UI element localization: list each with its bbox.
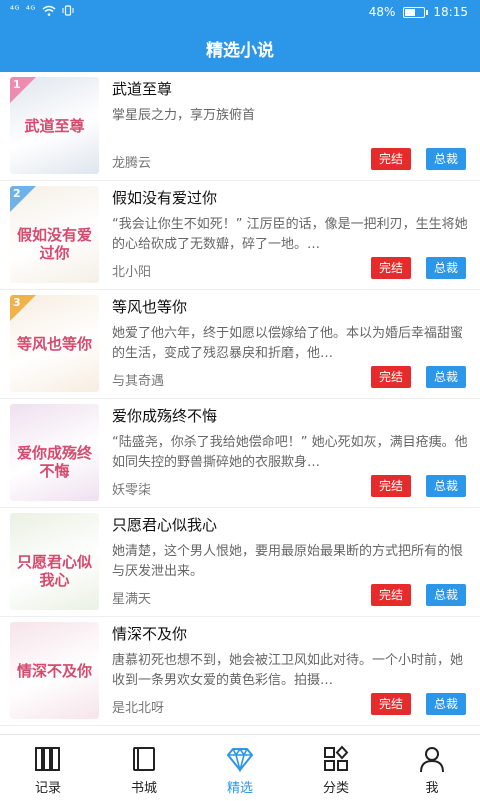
book-description: 她清楚，这个男人恨她，要用最原始最果断的方式把所有的恨与厌发泄出来。 <box>112 544 464 579</box>
books-icon <box>33 745 63 773</box>
book-info: 爱你成殇终不悔 “陆盛尧，你杀了我给她偿命吧！” 她心死如灰，满目疮痍。他如同失… <box>112 399 468 507</box>
book-icon <box>129 745 159 773</box>
page-title: 精选小说 <box>206 41 274 61</box>
cover-title-art: 只愿君心似我心 <box>16 553 92 589</box>
wifi-icon <box>42 5 56 16</box>
clock: 18:15 <box>433 5 468 19</box>
app-header: ⁴ᴳ ⁴ᴳ 48% 18:15 精选小说 <box>0 0 480 72</box>
cover-title-art: 爱你成殇终不悔 <box>16 444 92 480</box>
book-list-item[interactable]: 情深不及你 情深不及你 唐慕初死也想不到，她会被江卫风如此对待。一个小时前，她收… <box>0 617 480 726</box>
category-badge: 总裁 <box>425 148 466 170</box>
rank-number: 1 <box>13 78 21 91</box>
book-author: 与其奇遇 <box>112 374 165 389</box>
nav-item-books[interactable]: 记录 <box>0 735 96 801</box>
rank-number: 2 <box>13 187 21 200</box>
book-list-item[interactable]: 等风也等你 3 等风也等你 她爱了他六年，终于如愿以偿嫁给了他。本以为婚后幸福甜… <box>0 290 480 399</box>
status-badge: 完结 <box>370 693 411 715</box>
book-description: “陆盛尧，你杀了我给她偿命吧！” 她心死如灰，满目疮痍。他如同失控的野兽撕碎她的… <box>112 435 468 470</box>
cover-title-art: 情深不及你 <box>16 662 92 680</box>
diamond-icon <box>225 745 255 774</box>
nav-label: 记录 <box>34 781 61 796</box>
book-list-item[interactable]: 只愿君心似我心 只愿君心似我心 她清楚，这个男人恨她，要用最原始最果断的方式把所… <box>0 508 480 617</box>
category-badge: 总裁 <box>425 693 466 715</box>
battery-icon <box>403 6 429 18</box>
book-title[interactable]: 情深不及你 <box>112 623 187 644</box>
book-description: 她爱了他六年，终于如愿以偿嫁给了他。本以为婚后幸福甜蜜的生活，变成了残忍暴戾和折… <box>112 326 464 361</box>
book-info: 只愿君心似我心 她清楚，这个男人恨她，要用最原始最果断的方式把所有的恨与厌发泄出… <box>112 508 468 616</box>
book-title[interactable]: 爱你成殇终不悔 <box>112 405 217 426</box>
cellular-signal-icon: ⁴ᴳ <box>10 5 20 16</box>
book-list-item[interactable]: 武道至尊 1 武道至尊 掌星辰之力，享万族俯首 龙腾云 完结 总裁 <box>0 72 480 181</box>
book-title[interactable]: 只愿君心似我心 <box>112 514 217 535</box>
user-icon <box>417 745 447 773</box>
book-description: “我会让你生不如死！” 江厉臣的话，像是一把利刃，生生将她的心给砍成了无数瓣，碎… <box>112 217 468 252</box>
status-badge: 完结 <box>370 366 411 388</box>
book-list[interactable]: 武道至尊 1 武道至尊 掌星辰之力，享万族俯首 龙腾云 完结 总裁 假如没有爱过… <box>0 72 480 734</box>
book-list-item[interactable]: 假如没有爱过你 2 假如没有爱过你 “我会让你生不如死！” 江厉臣的话，像是一把… <box>0 181 480 290</box>
status-badge: 完结 <box>370 257 411 279</box>
book-cover[interactable]: 假如没有爱过你 2 <box>10 186 99 283</box>
book-author: 是北北呀 <box>112 701 165 716</box>
book-info: 等风也等你 她爱了他六年，终于如愿以偿嫁给了他。本以为婚后幸福甜蜜的生活，变成了… <box>112 290 468 398</box>
book-info: 武道至尊 掌星辰之力，享万族俯首 龙腾云 完结 总裁 <box>112 72 468 180</box>
book-author: 北小阳 <box>112 265 152 280</box>
battery-percent: 48% <box>368 5 396 19</box>
category-icon <box>321 745 351 773</box>
category-badge: 总裁 <box>425 475 466 497</box>
book-cover[interactable]: 情深不及你 <box>10 622 99 719</box>
category-badge: 总裁 <box>425 584 466 606</box>
cover-title-art: 假如没有爱过你 <box>16 226 92 262</box>
status-badge: 完结 <box>370 148 411 170</box>
cover-title-art: 武道至尊 <box>24 117 85 135</box>
book-author: 妖零柒 <box>112 483 152 498</box>
nav-label: 精选 <box>226 781 253 796</box>
book-cover[interactable]: 只愿君心似我心 <box>10 513 99 610</box>
status-badge: 完结 <box>370 584 411 606</box>
book-list-item[interactable]: 爱你成殇终不悔 爱你成殇终不悔 “陆盛尧，你杀了我给她偿命吧！” 她心死如灰，满… <box>0 399 480 508</box>
book-cover[interactable]: 等风也等你 3 <box>10 295 99 392</box>
book-author: 星满天 <box>112 592 152 607</box>
nav-label: 书城 <box>130 781 157 796</box>
book-author: 龙腾云 <box>112 156 152 171</box>
cellular-signal-icon: ⁴ᴳ <box>25 5 36 16</box>
category-badge: 总裁 <box>425 257 466 279</box>
book-info: 假如没有爱过你 “我会让你生不如死！” 江厉臣的话，像是一把利刃，生生将她的心给… <box>112 181 468 289</box>
nav-item-book[interactable]: 书城 <box>96 735 192 801</box>
book-cover[interactable]: 武道至尊 1 <box>10 77 99 174</box>
nav-item-category[interactable]: 分类 <box>288 735 384 801</box>
cover-title-art: 等风也等你 <box>16 335 92 353</box>
book-title[interactable]: 假如没有爱过你 <box>112 187 217 208</box>
vibrate-icon <box>62 5 74 16</box>
bottom-nav: 记录 书城 精选 分类 我 <box>0 734 480 801</box>
rank-number: 3 <box>13 296 21 309</box>
nav-label: 分类 <box>322 781 349 796</box>
nav-label: 我 <box>425 781 439 796</box>
book-title[interactable]: 等风也等你 <box>112 296 187 317</box>
book-info: 情深不及你 唐慕初死也想不到，她会被江卫风如此对待。一个小时前，她收到一条男欢女… <box>112 617 468 725</box>
nav-item-user[interactable]: 我 <box>384 735 480 801</box>
category-badge: 总裁 <box>425 366 466 388</box>
book-cover[interactable]: 爱你成殇终不悔 <box>10 404 99 501</box>
book-description: 掌星辰之力，享万族俯首 <box>112 108 256 123</box>
book-description: 唐慕初死也想不到，她会被江卫风如此对待。一个小时前，她收到一条男欢女爱的黄色彩信… <box>112 653 464 688</box>
status-bar: ⁴ᴳ ⁴ᴳ 48% 18:15 <box>0 0 480 26</box>
nav-item-diamond[interactable]: 精选 <box>192 735 288 801</box>
status-badge: 完结 <box>370 475 411 497</box>
book-title[interactable]: 武道至尊 <box>112 78 172 99</box>
